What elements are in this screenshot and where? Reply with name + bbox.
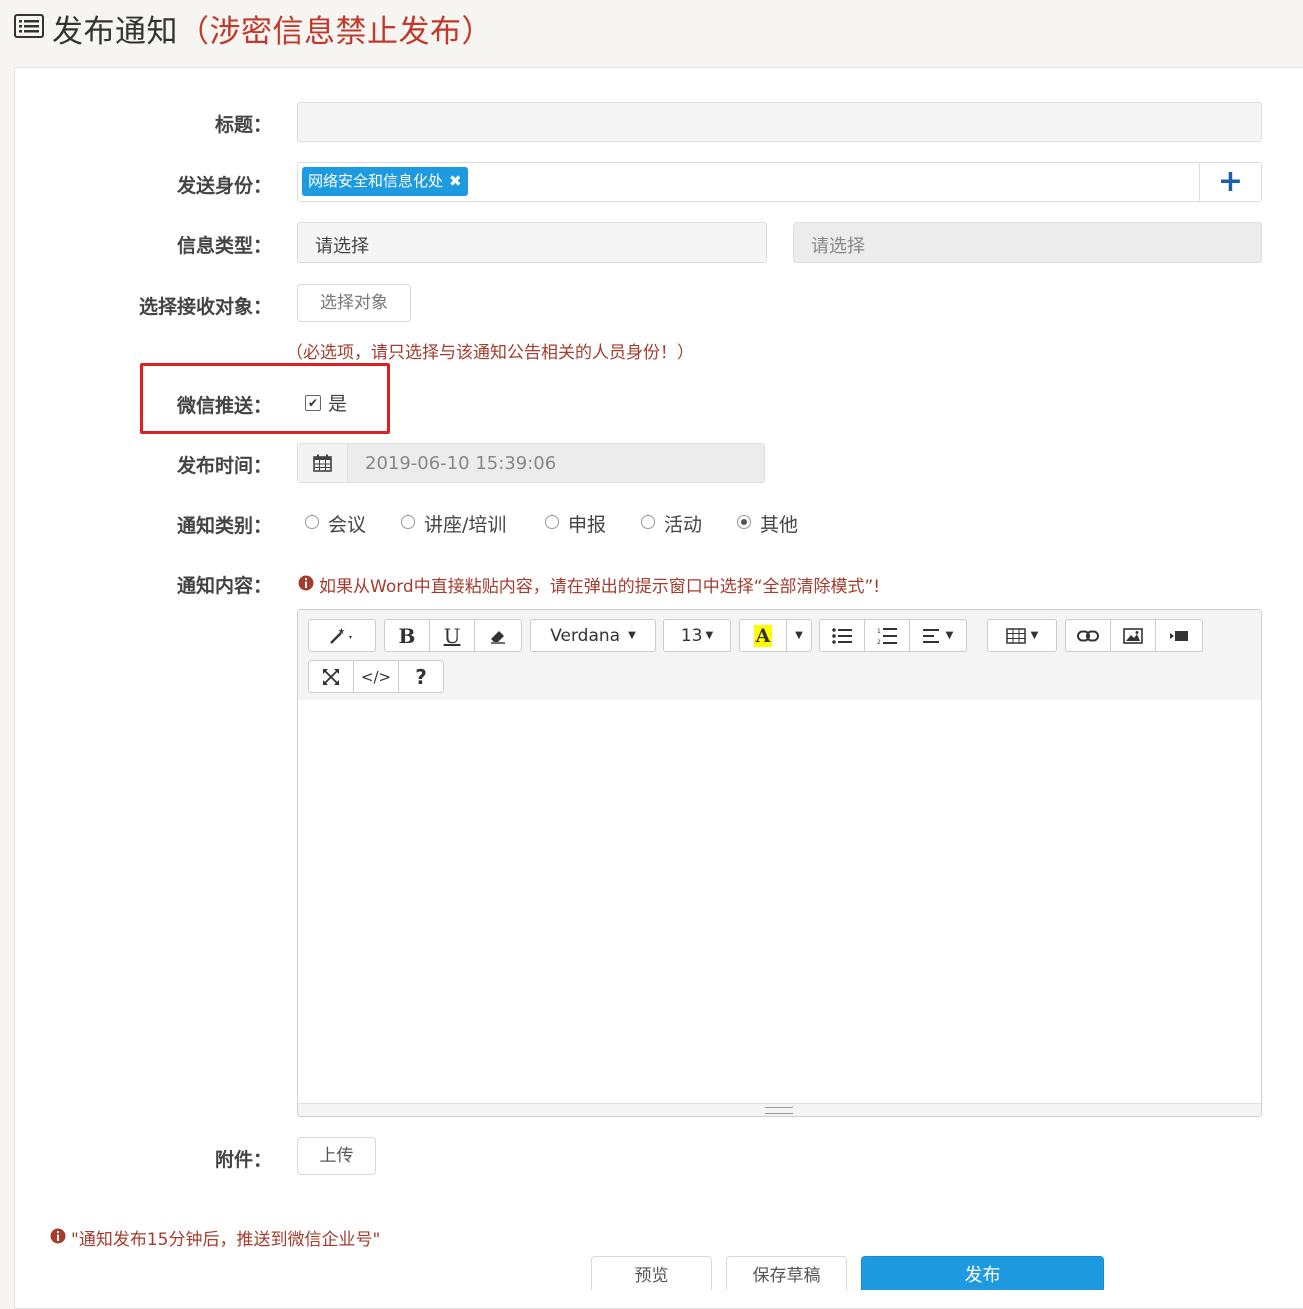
font-size-value: 13 xyxy=(680,625,703,646)
text-color-dropdown[interactable]: ▼ xyxy=(786,619,812,652)
category-radio-lecture[interactable] xyxy=(401,515,415,529)
bold-button[interactable]: B xyxy=(384,619,430,652)
save-draft-button[interactable]: 保存草稿 xyxy=(726,1256,847,1290)
image-icon xyxy=(1123,627,1143,644)
info-type-select-secondary[interactable]: 请选择 xyxy=(793,222,1262,263)
calendar-icon xyxy=(313,454,332,472)
category-radio-activity[interactable] xyxy=(641,515,655,529)
caret-down-icon: ▼ xyxy=(628,630,636,641)
preview-button[interactable]: 预览 xyxy=(591,1256,712,1290)
select-recipients-button[interactable]: 选择对象 xyxy=(297,284,411,322)
title-label: 标题： xyxy=(214,114,272,136)
upload-button[interactable]: 上传 xyxy=(297,1137,376,1175)
expand-icon xyxy=(323,668,339,685)
link-button[interactable] xyxy=(1065,619,1111,652)
editor-content-area[interactable] xyxy=(298,700,1261,1104)
rich-text-editor[interactable]: B U Verdana ▼ 13 ▼ A ▼ 1 2 ▼ ▼ </> ? xyxy=(297,609,1262,1117)
wechat-push-label: 微信推送： xyxy=(176,395,272,417)
category-radio-other[interactable] xyxy=(737,515,751,529)
category-option-meeting: 会议 xyxy=(328,514,367,536)
paste-hint: 如果从Word中直接粘贴内容，请在弹出的提示窗口中选择“全部清除模式”! xyxy=(319,577,881,597)
caret-down-icon: ▼ xyxy=(1030,630,1039,641)
font-family-select[interactable]: Verdana ▼ xyxy=(530,619,656,652)
category-option-activity: 活动 xyxy=(664,514,703,536)
recipients-label: 选择接收对象： xyxy=(138,296,272,318)
help-button[interactable]: ? xyxy=(398,660,444,693)
caret-down-icon: ▼ xyxy=(705,630,714,641)
numbered-list-icon: 1 2 xyxy=(877,627,897,645)
sender-tag-text: 网络安全和信息化处 xyxy=(308,172,444,190)
wechat-push-checkbox[interactable]: ✔ xyxy=(305,395,321,411)
publish-time-value: 2019-06-10 15:39:06 xyxy=(365,453,557,474)
fullscreen-button[interactable] xyxy=(308,660,354,693)
sender-tag: 网络安全和信息化处 ✖ xyxy=(302,167,468,196)
category-label: 通知类别： xyxy=(176,515,272,537)
wechat-delay-notice: "通知发布15分钟后，推送到微信企业号" xyxy=(71,1230,381,1250)
text-color-button[interactable]: A xyxy=(739,619,787,652)
page-title-text: 发布通知 xyxy=(52,14,178,50)
list-icon xyxy=(14,14,44,38)
sender-label: 发送身份： xyxy=(176,175,272,197)
editor-toolbar: B U Verdana ▼ 13 ▼ A ▼ 1 2 ▼ ▼ </> ? xyxy=(298,610,1261,700)
bullet-list-icon xyxy=(832,627,852,644)
info-type-select-primary[interactable]: 请选择 xyxy=(297,222,767,263)
info-circle-icon xyxy=(298,575,314,591)
publish-time-label: 发布时间： xyxy=(176,455,272,477)
align-button[interactable]: ▼ xyxy=(909,619,967,652)
bullet-list-button[interactable] xyxy=(819,619,865,652)
table-button[interactable]: ▼ xyxy=(987,619,1057,652)
info-type-select-primary-text: 请选择 xyxy=(315,236,369,257)
info-type-select-secondary-text: 请选择 xyxy=(811,236,865,257)
resize-grip-icon xyxy=(765,1107,793,1114)
wechat-push-option: 是 xyxy=(328,393,348,415)
image-button[interactable] xyxy=(1110,619,1156,652)
caret-down-icon: ▼ xyxy=(945,630,954,641)
category-option-other: 其他 xyxy=(760,514,799,536)
clear-format-button[interactable] xyxy=(474,619,522,652)
category-radio-meeting[interactable] xyxy=(305,515,319,529)
category-radio-application[interactable] xyxy=(545,515,559,529)
code-view-button[interactable]: </> xyxy=(353,660,399,693)
style-magic-button[interactable] xyxy=(308,619,376,652)
content-label: 通知内容： xyxy=(176,575,272,597)
publish-time-input[interactable]: 2019-06-10 15:39:06 xyxy=(297,443,765,483)
category-option-application: 申报 xyxy=(568,514,607,536)
info-type-label: 信息类型： xyxy=(176,235,272,257)
recipients-hint: （必选项，请只选择与该通知公告相关的人员身份！） xyxy=(286,343,694,363)
underline-button[interactable]: U xyxy=(429,619,475,652)
text-color-icon: A xyxy=(753,624,773,647)
eraser-icon xyxy=(491,630,505,644)
publish-button[interactable]: 发布 xyxy=(861,1256,1104,1290)
title-input[interactable] xyxy=(297,102,1262,142)
magic-wand-icon xyxy=(330,627,352,644)
info-circle-icon xyxy=(50,1228,66,1244)
add-sender-button[interactable]: + xyxy=(1199,163,1261,201)
category-option-lecture: 讲座/培训 xyxy=(424,514,507,536)
table-icon xyxy=(1005,627,1026,644)
classified-warning: （涉密信息禁止发布） xyxy=(178,14,493,50)
align-left-icon xyxy=(922,628,939,643)
numbered-list-button[interactable]: 1 2 xyxy=(864,619,910,652)
editor-resize-handle[interactable] xyxy=(298,1103,1261,1116)
svg-text:2: 2 xyxy=(877,639,881,645)
calendar-button[interactable] xyxy=(298,444,348,482)
svg-text:1: 1 xyxy=(877,628,881,635)
video-icon xyxy=(1170,630,1188,641)
font-size-select[interactable]: 13 ▼ xyxy=(663,619,731,652)
attachment-label: 附件： xyxy=(214,1149,272,1171)
remove-tag-icon[interactable]: ✖ xyxy=(449,172,462,190)
link-icon xyxy=(1077,630,1099,641)
video-button[interactable] xyxy=(1155,619,1203,652)
font-family-value: Verdana xyxy=(550,625,621,646)
page-title: 发布通知（涉密信息禁止发布） xyxy=(52,6,493,51)
